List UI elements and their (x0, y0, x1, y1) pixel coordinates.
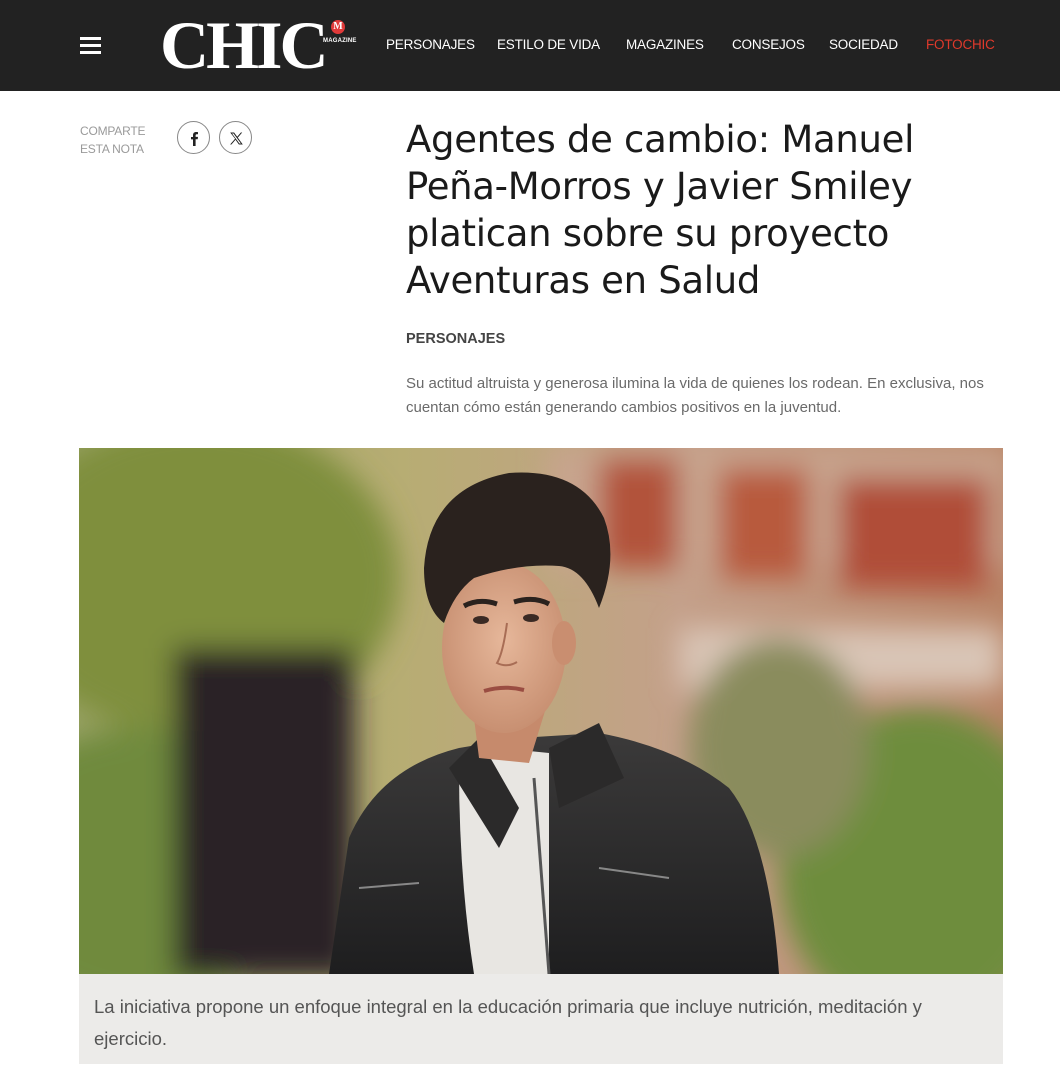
article-title: Agentes de cambio: Manuel Peña-Morros y … (406, 118, 915, 302)
article-dek: Su actitud altruista y generosa ilumina … (406, 375, 984, 416)
nav-item-fotochic[interactable]: FOTOCHIC (926, 37, 995, 52)
logo-badge: M (331, 20, 345, 34)
share-facebook-button[interactable] (177, 121, 210, 154)
site-logo[interactable]: CHIC M MAGAZINE (160, 7, 356, 83)
share-label-line2: ESTA NOTA (80, 142, 144, 156)
nav-item-magazines[interactable]: MAGAZINES (626, 37, 704, 52)
logo-wordmark: CHIC (160, 7, 329, 83)
x-icon (230, 132, 243, 145)
share-label: COMPARTE ESTA NOTA (80, 122, 145, 158)
article-category[interactable]: PERSONAJES (406, 331, 505, 347)
photo-caption: La iniciativa propone un enfoque integra… (79, 974, 1003, 1064)
logo-subtitle: MAGAZINE (323, 38, 357, 44)
facebook-icon (191, 132, 198, 146)
share-x-button[interactable] (219, 121, 252, 154)
menu-icon[interactable] (80, 37, 101, 55)
nav-item-sociedad[interactable]: SOCIEDAD (829, 37, 898, 52)
share-label-line1: COMPARTE (80, 124, 146, 138)
site-header: CHIC M MAGAZINE PERSONAJES ESTILO DE VID… (0, 0, 1060, 91)
hero-photo (79, 448, 1003, 974)
nav-item-consejos[interactable]: CONSEJOS (732, 37, 805, 52)
nav-item-estilo-de-vida[interactable]: ESTILO DE VIDA (497, 37, 600, 52)
nav-item-personajes[interactable]: PERSONAJES (386, 37, 475, 52)
